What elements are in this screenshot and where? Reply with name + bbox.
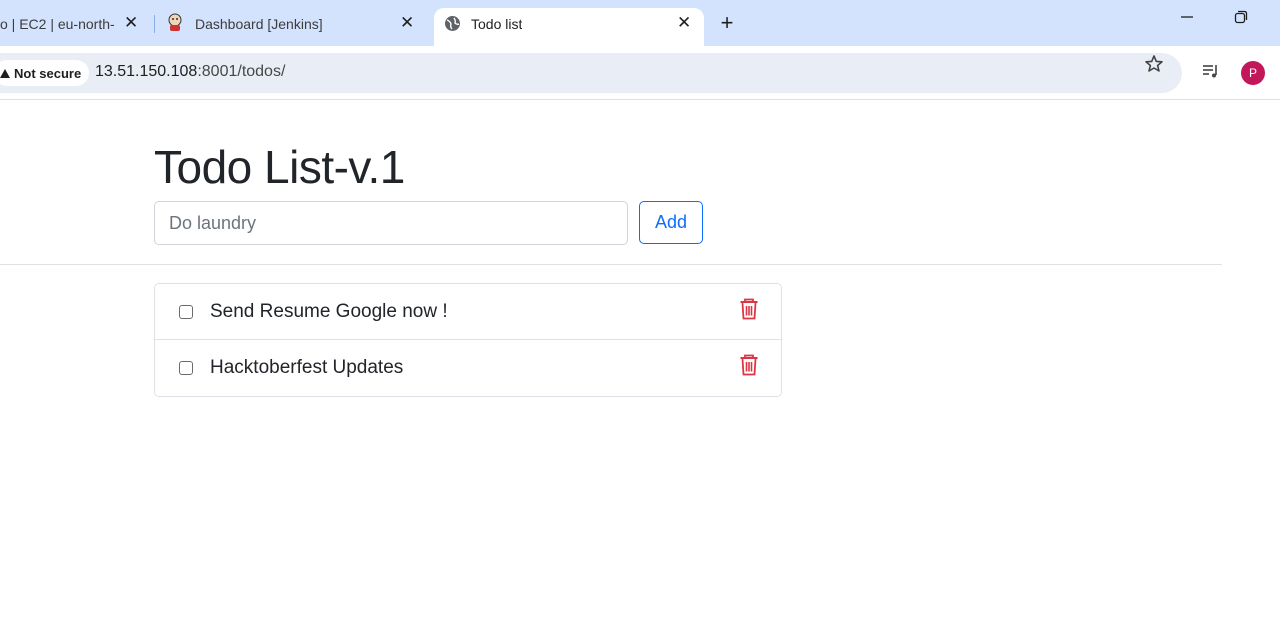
url-host: 13.51.150.108 (95, 63, 198, 80)
minimize-icon[interactable] (1180, 10, 1194, 29)
tab-separator (154, 15, 155, 33)
close-icon[interactable]: ✕ (400, 13, 414, 33)
tab-title: Dashboard [Jenkins] (195, 16, 323, 32)
todo-text: Hacktoberfest Updates (210, 357, 404, 378)
security-label: Not secure (14, 65, 82, 81)
bookmark-star-icon[interactable] (1144, 54, 1164, 80)
list-item: Hacktoberfest Updates (155, 340, 781, 396)
todo-checkbox[interactable] (179, 305, 193, 319)
tab-strip: o | EC2 | eu-north- ✕ Dashboard [Jenkins… (0, 0, 1280, 46)
browser-toolbar: Not secure 13.51.150.108:8001/todos/ P (0, 46, 1280, 100)
todo-text: Send Resume Google now ! (210, 301, 448, 322)
list-item: Send Resume Google now ! (155, 284, 781, 340)
todo-input[interactable] (154, 201, 628, 245)
close-icon[interactable]: ✕ (677, 13, 691, 33)
jenkins-icon (166, 13, 184, 31)
restore-icon[interactable] (1234, 10, 1248, 29)
close-icon[interactable]: ✕ (124, 13, 138, 33)
page-title: Todo List-v.1 (154, 141, 405, 193)
new-tab-button[interactable]: + (716, 10, 738, 36)
tab-title: Todo list (471, 16, 523, 32)
warning-icon (0, 68, 10, 78)
divider (0, 264, 1222, 265)
security-chip[interactable]: Not secure (0, 60, 90, 86)
url-path: :8001/todos/ (197, 63, 286, 80)
trash-icon[interactable] (739, 298, 759, 320)
todo-list: Send Resume Google now ! Hacktoberfest U… (154, 283, 782, 397)
tab-todo-list[interactable]: Todo list ✕ (434, 8, 704, 46)
tab-jenkins[interactable]: Dashboard [Jenkins] ✕ (158, 8, 430, 46)
tab-title: o | EC2 | eu-north- (0, 16, 115, 32)
tab-ec2[interactable]: o | EC2 | eu-north- ✕ (0, 8, 150, 46)
add-button[interactable]: Add (639, 201, 703, 244)
todo-checkbox[interactable] (179, 361, 193, 375)
globe-icon (444, 15, 461, 32)
media-control-icon[interactable] (1201, 62, 1221, 82)
trash-icon[interactable] (739, 354, 759, 376)
address-bar[interactable]: Not secure 13.51.150.108:8001/todos/ (0, 53, 1182, 93)
url-text[interactable]: 13.51.150.108:8001/todos/ (95, 63, 285, 81)
avatar[interactable]: P (1241, 61, 1265, 85)
